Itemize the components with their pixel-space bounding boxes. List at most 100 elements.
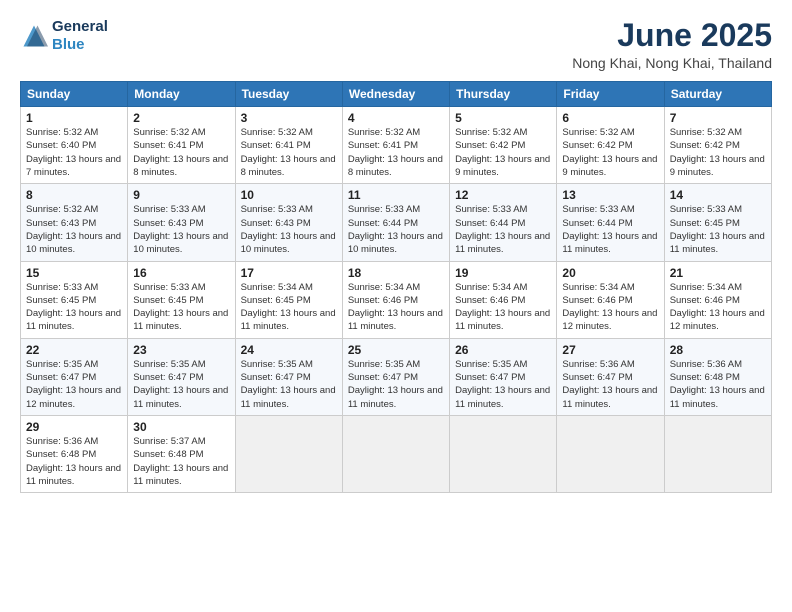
daylight-label: Daylight: 13 hours and 11 minutes. bbox=[26, 463, 121, 487]
sunrise-label: Sunrise: 5:33 AM bbox=[562, 204, 634, 215]
sunrise-label: Sunrise: 5:33 AM bbox=[26, 282, 98, 293]
sunset-label: Sunset: 6:42 PM bbox=[562, 140, 632, 151]
day-info: Sunrise: 5:32 AM Sunset: 6:42 PM Dayligh… bbox=[562, 126, 658, 179]
day-number: 6 bbox=[562, 111, 658, 125]
table-cell: 8 Sunrise: 5:32 AM Sunset: 6:43 PM Dayli… bbox=[21, 184, 128, 261]
daylight-label: Daylight: 13 hours and 11 minutes. bbox=[348, 385, 443, 409]
day-info: Sunrise: 5:34 AM Sunset: 6:45 PM Dayligh… bbox=[241, 281, 337, 334]
sub-title: Nong Khai, Nong Khai, Thailand bbox=[572, 55, 772, 71]
daylight-label: Daylight: 13 hours and 8 minutes. bbox=[133, 154, 228, 178]
page: General Blue June 2025 Nong Khai, Nong K… bbox=[0, 0, 792, 612]
table-cell: 27 Sunrise: 5:36 AM Sunset: 6:47 PM Dayl… bbox=[557, 338, 664, 415]
daylight-label: Daylight: 13 hours and 11 minutes. bbox=[348, 308, 443, 332]
day-number: 19 bbox=[455, 266, 551, 280]
day-info: Sunrise: 5:33 AM Sunset: 6:43 PM Dayligh… bbox=[133, 203, 229, 256]
daylight-label: Daylight: 13 hours and 8 minutes. bbox=[241, 154, 336, 178]
daylight-label: Daylight: 13 hours and 11 minutes. bbox=[133, 463, 228, 487]
daylight-label: Daylight: 13 hours and 10 minutes. bbox=[348, 231, 443, 255]
table-cell: 1 Sunrise: 5:32 AM Sunset: 6:40 PM Dayli… bbox=[21, 107, 128, 184]
table-cell: 3 Sunrise: 5:32 AM Sunset: 6:41 PM Dayli… bbox=[235, 107, 342, 184]
day-info: Sunrise: 5:34 AM Sunset: 6:46 PM Dayligh… bbox=[455, 281, 551, 334]
calendar-row: 29 Sunrise: 5:36 AM Sunset: 6:48 PM Dayl… bbox=[21, 415, 772, 492]
calendar-row: 15 Sunrise: 5:33 AM Sunset: 6:45 PM Dayl… bbox=[21, 261, 772, 338]
day-info: Sunrise: 5:32 AM Sunset: 6:41 PM Dayligh… bbox=[348, 126, 444, 179]
day-number: 18 bbox=[348, 266, 444, 280]
table-cell: 18 Sunrise: 5:34 AM Sunset: 6:46 PM Dayl… bbox=[342, 261, 449, 338]
table-cell: 20 Sunrise: 5:34 AM Sunset: 6:46 PM Dayl… bbox=[557, 261, 664, 338]
daylight-label: Daylight: 13 hours and 12 minutes. bbox=[670, 308, 765, 332]
table-cell: 12 Sunrise: 5:33 AM Sunset: 6:44 PM Dayl… bbox=[450, 184, 557, 261]
table-cell: 2 Sunrise: 5:32 AM Sunset: 6:41 PM Dayli… bbox=[128, 107, 235, 184]
sunset-label: Sunset: 6:41 PM bbox=[241, 140, 311, 151]
sunset-label: Sunset: 6:46 PM bbox=[455, 295, 525, 306]
sunset-label: Sunset: 6:48 PM bbox=[26, 449, 96, 460]
table-cell: 29 Sunrise: 5:36 AM Sunset: 6:48 PM Dayl… bbox=[21, 415, 128, 492]
col-tuesday: Tuesday bbox=[235, 82, 342, 107]
sunrise-label: Sunrise: 5:33 AM bbox=[133, 204, 205, 215]
sunset-label: Sunset: 6:47 PM bbox=[241, 372, 311, 383]
sunrise-label: Sunrise: 5:32 AM bbox=[348, 127, 420, 138]
daylight-label: Daylight: 13 hours and 10 minutes. bbox=[133, 231, 228, 255]
header: General Blue June 2025 Nong Khai, Nong K… bbox=[20, 18, 772, 71]
table-cell: 16 Sunrise: 5:33 AM Sunset: 6:45 PM Dayl… bbox=[128, 261, 235, 338]
day-info: Sunrise: 5:32 AM Sunset: 6:41 PM Dayligh… bbox=[133, 126, 229, 179]
calendar-header-row: Sunday Monday Tuesday Wednesday Thursday… bbox=[21, 82, 772, 107]
sunrise-label: Sunrise: 5:34 AM bbox=[562, 282, 634, 293]
day-info: Sunrise: 5:36 AM Sunset: 6:48 PM Dayligh… bbox=[26, 435, 122, 488]
col-friday: Friday bbox=[557, 82, 664, 107]
day-number: 10 bbox=[241, 188, 337, 202]
day-number: 21 bbox=[670, 266, 766, 280]
logo-line2: Blue bbox=[52, 36, 85, 53]
day-info: Sunrise: 5:33 AM Sunset: 6:44 PM Dayligh… bbox=[455, 203, 551, 256]
table-cell bbox=[342, 415, 449, 492]
table-cell: 17 Sunrise: 5:34 AM Sunset: 6:45 PM Dayl… bbox=[235, 261, 342, 338]
sunrise-label: Sunrise: 5:34 AM bbox=[348, 282, 420, 293]
day-info: Sunrise: 5:34 AM Sunset: 6:46 PM Dayligh… bbox=[670, 281, 766, 334]
col-sunday: Sunday bbox=[21, 82, 128, 107]
calendar-row: 1 Sunrise: 5:32 AM Sunset: 6:40 PM Dayli… bbox=[21, 107, 772, 184]
sunrise-label: Sunrise: 5:33 AM bbox=[348, 204, 420, 215]
day-info: Sunrise: 5:32 AM Sunset: 6:42 PM Dayligh… bbox=[455, 126, 551, 179]
day-number: 23 bbox=[133, 343, 229, 357]
sunrise-label: Sunrise: 5:32 AM bbox=[670, 127, 742, 138]
daylight-label: Daylight: 13 hours and 8 minutes. bbox=[348, 154, 443, 178]
sunset-label: Sunset: 6:45 PM bbox=[241, 295, 311, 306]
sunset-label: Sunset: 6:42 PM bbox=[670, 140, 740, 151]
sunset-label: Sunset: 6:40 PM bbox=[26, 140, 96, 151]
sunset-label: Sunset: 6:47 PM bbox=[26, 372, 96, 383]
day-number: 4 bbox=[348, 111, 444, 125]
daylight-label: Daylight: 13 hours and 9 minutes. bbox=[670, 154, 765, 178]
col-monday: Monday bbox=[128, 82, 235, 107]
day-number: 26 bbox=[455, 343, 551, 357]
day-info: Sunrise: 5:36 AM Sunset: 6:47 PM Dayligh… bbox=[562, 358, 658, 411]
table-cell: 6 Sunrise: 5:32 AM Sunset: 6:42 PM Dayli… bbox=[557, 107, 664, 184]
logo-icon bbox=[20, 22, 48, 50]
table-cell bbox=[664, 415, 771, 492]
table-cell bbox=[557, 415, 664, 492]
sunrise-label: Sunrise: 5:36 AM bbox=[26, 436, 98, 447]
daylight-label: Daylight: 13 hours and 11 minutes. bbox=[133, 308, 228, 332]
daylight-label: Daylight: 13 hours and 11 minutes. bbox=[241, 385, 336, 409]
day-number: 20 bbox=[562, 266, 658, 280]
day-info: Sunrise: 5:36 AM Sunset: 6:48 PM Dayligh… bbox=[670, 358, 766, 411]
table-cell: 10 Sunrise: 5:33 AM Sunset: 6:43 PM Dayl… bbox=[235, 184, 342, 261]
calendar-table: Sunday Monday Tuesday Wednesday Thursday… bbox=[20, 81, 772, 493]
sunset-label: Sunset: 6:46 PM bbox=[348, 295, 418, 306]
daylight-label: Daylight: 13 hours and 11 minutes. bbox=[670, 231, 765, 255]
day-info: Sunrise: 5:35 AM Sunset: 6:47 PM Dayligh… bbox=[26, 358, 122, 411]
table-cell: 15 Sunrise: 5:33 AM Sunset: 6:45 PM Dayl… bbox=[21, 261, 128, 338]
day-info: Sunrise: 5:33 AM Sunset: 6:45 PM Dayligh… bbox=[26, 281, 122, 334]
calendar-row: 22 Sunrise: 5:35 AM Sunset: 6:47 PM Dayl… bbox=[21, 338, 772, 415]
sunset-label: Sunset: 6:47 PM bbox=[133, 372, 203, 383]
daylight-label: Daylight: 13 hours and 11 minutes. bbox=[133, 385, 228, 409]
sunset-label: Sunset: 6:47 PM bbox=[348, 372, 418, 383]
sunrise-label: Sunrise: 5:32 AM bbox=[133, 127, 205, 138]
day-number: 30 bbox=[133, 420, 229, 434]
sunset-label: Sunset: 6:46 PM bbox=[670, 295, 740, 306]
day-number: 27 bbox=[562, 343, 658, 357]
sunset-label: Sunset: 6:42 PM bbox=[455, 140, 525, 151]
day-number: 13 bbox=[562, 188, 658, 202]
table-cell: 28 Sunrise: 5:36 AM Sunset: 6:48 PM Dayl… bbox=[664, 338, 771, 415]
day-info: Sunrise: 5:33 AM Sunset: 6:45 PM Dayligh… bbox=[670, 203, 766, 256]
table-cell: 9 Sunrise: 5:33 AM Sunset: 6:43 PM Dayli… bbox=[128, 184, 235, 261]
